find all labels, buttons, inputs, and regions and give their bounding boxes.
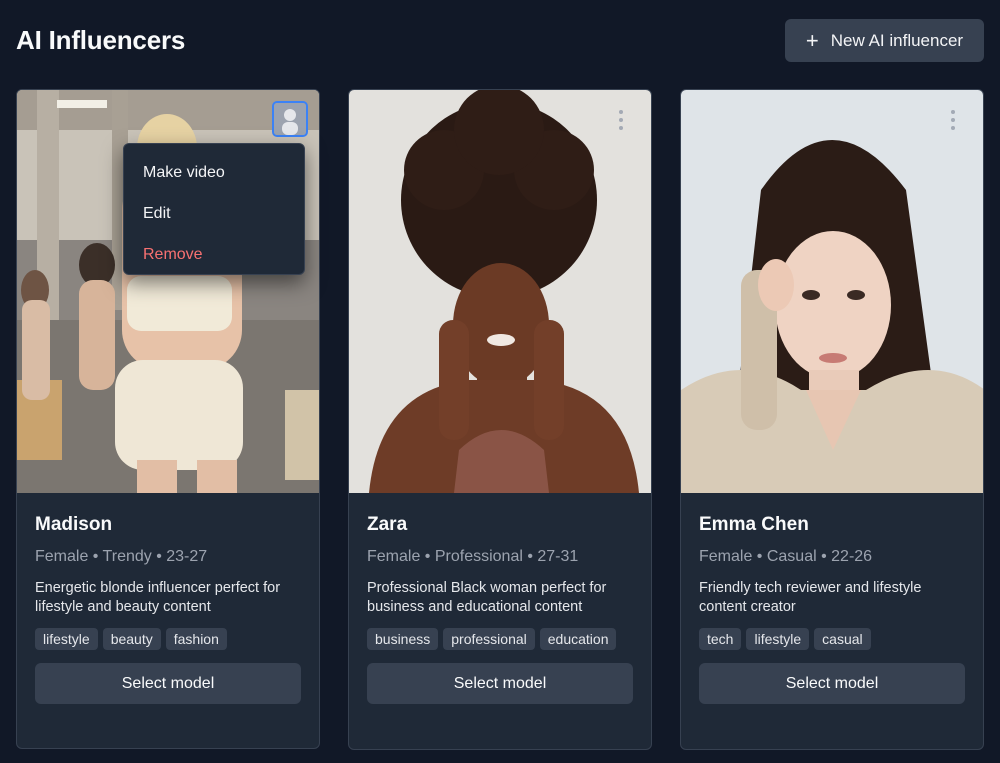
menu-item-edit[interactable]: Edit	[124, 198, 304, 239]
page-title: AI Influencers	[16, 25, 186, 55]
tag: fashion	[165, 628, 227, 650]
tag: education	[539, 628, 617, 650]
influencer-name: Zara	[367, 514, 408, 535]
new-ai-influencer-button[interactable]: + New AI influencer	[785, 19, 984, 62]
tag-list: business professional education	[367, 628, 633, 650]
influencer-photo	[349, 90, 651, 493]
tag: lifestyle	[746, 628, 810, 650]
kebab-icon[interactable]	[618, 110, 624, 130]
card-menu-avatar-button[interactable]	[272, 101, 308, 137]
select-model-button[interactable]: Select model	[699, 663, 965, 704]
influencer-name: Emma Chen	[699, 514, 809, 535]
influencer-name: Madison	[35, 514, 113, 535]
plus-icon: +	[805, 27, 819, 53]
zara-photo-illustration	[349, 90, 651, 493]
new-ai-influencer-label: New AI influencer	[830, 30, 964, 50]
menu-item-make-video[interactable]: Make video	[124, 157, 304, 198]
kebab-icon[interactable]	[950, 110, 956, 130]
select-model-button[interactable]: Select model	[367, 663, 633, 704]
influencer-meta: Female • Professional • 27-31	[367, 548, 579, 565]
tag-list: lifestyle beauty fashion	[35, 628, 301, 650]
tag: casual	[814, 628, 871, 650]
tag-list: tech lifestyle casual	[699, 628, 965, 650]
emma-photo-illustration	[681, 90, 983, 493]
card-context-menu: Make video Edit Remove	[123, 143, 305, 275]
influencer-description: Professional Black woman perfect for bus…	[367, 580, 607, 615]
influencer-description: Energetic blonde influencer perfect for …	[35, 580, 281, 615]
influencer-photo	[681, 90, 983, 493]
tag: tech	[699, 628, 742, 650]
influencer-card-zara: Zara Female • Professional • 27-31 Profe…	[348, 89, 652, 750]
menu-item-remove[interactable]: Remove	[124, 239, 304, 280]
page: AI Influencers + New AI influencer Madis…	[0, 0, 1000, 763]
influencer-description: Friendly tech reviewer and lifestyle con…	[699, 580, 922, 615]
avatar-thumbnail-icon	[274, 103, 306, 135]
tag: lifestyle	[35, 628, 98, 650]
influencer-meta: Female • Trendy • 23-27	[35, 548, 208, 565]
select-model-button[interactable]: Select model	[35, 663, 301, 704]
tag: business	[367, 628, 439, 650]
tag: beauty	[102, 628, 161, 650]
influencer-meta: Female • Casual • 22-26	[699, 548, 873, 565]
influencer-card-emma-chen: Emma Chen Female • Casual • 22-26 Friend…	[680, 89, 984, 750]
tag: professional	[443, 628, 535, 650]
